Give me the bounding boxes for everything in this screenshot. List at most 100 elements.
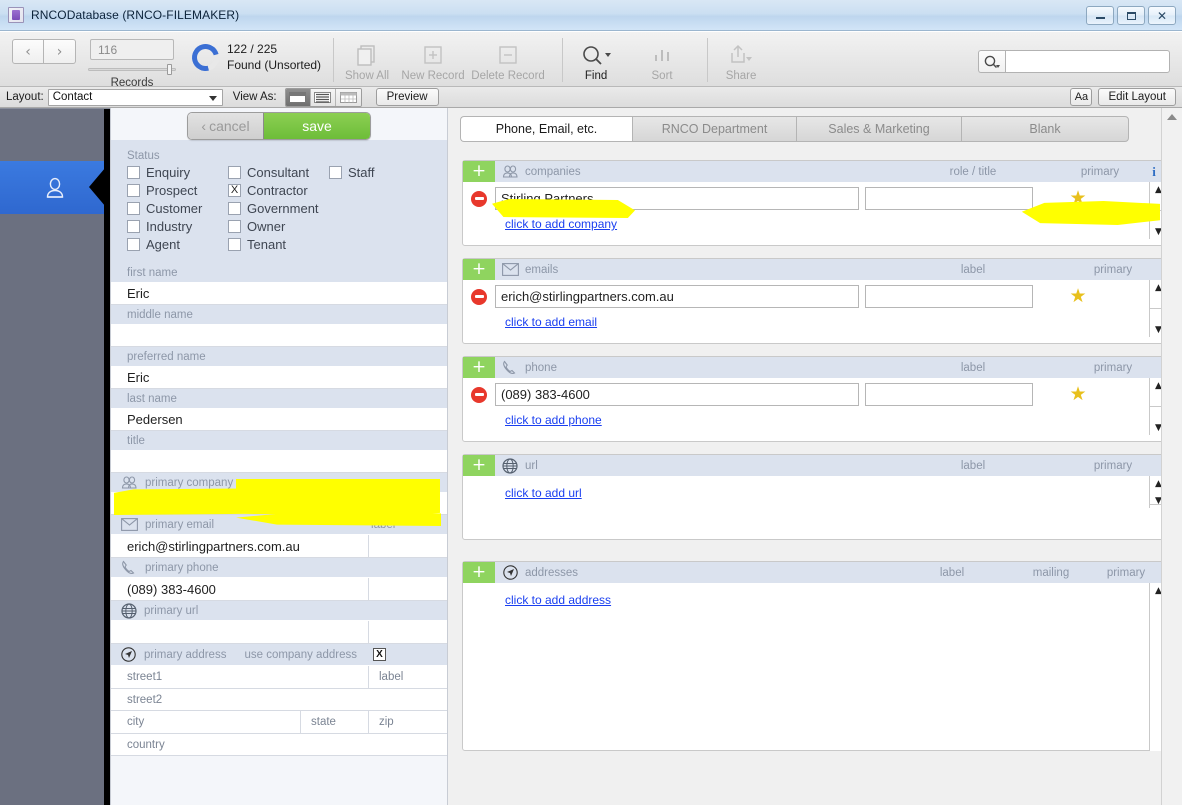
show-all-button[interactable]: Show All: [334, 32, 400, 82]
checkbox-icon: [127, 238, 140, 251]
view-as-table-button[interactable]: [335, 88, 361, 106]
state-input[interactable]: state: [301, 711, 369, 733]
primary-url-row: [111, 621, 447, 644]
compass-icon: [121, 647, 136, 662]
cancel-button[interactable]: ‹ cancel: [188, 113, 264, 139]
country-input[interactable]: country: [111, 734, 447, 756]
tab-blank[interactable]: Blank: [961, 116, 1129, 142]
sort-button[interactable]: Sort: [629, 32, 695, 82]
remove-company-button[interactable]: [463, 190, 495, 207]
primary-star-icon[interactable]: ★: [1069, 287, 1086, 306]
text-format-button[interactable]: Aa: [1070, 88, 1093, 106]
street2-input[interactable]: street2: [111, 689, 447, 711]
status-checkbox-consultant[interactable]: Consultant: [228, 165, 329, 180]
clear-address-button[interactable]: X: [372, 648, 386, 661]
url-panel: + url label primary click to add url ▲ ▼: [462, 454, 1168, 540]
new-record-button[interactable]: New Record: [400, 32, 466, 82]
primary-email-label-input[interactable]: [369, 535, 447, 557]
phone-label-input[interactable]: [865, 383, 1033, 406]
add-email-link[interactable]: click to add email: [463, 308, 1167, 337]
next-record-button[interactable]: ›: [44, 39, 76, 64]
status-checkbox-enquiry[interactable]: Enquiry: [127, 165, 228, 180]
add-phone-link[interactable]: click to add phone: [463, 406, 1167, 435]
status-checkbox-owner[interactable]: Owner: [228, 219, 329, 234]
add-address-button[interactable]: +: [463, 562, 495, 583]
primary-email-input[interactable]: erich@stirlingpartners.com.au: [111, 535, 369, 557]
layout-select[interactable]: Contact: [47, 88, 223, 106]
remove-phone-button[interactable]: [463, 386, 495, 403]
show-all-icon: [354, 41, 380, 69]
title-label: title: [111, 431, 447, 451]
close-button[interactable]: ✕: [1148, 6, 1176, 25]
preferred-name-input[interactable]: Eric: [111, 367, 447, 389]
record-slider-thumb[interactable]: [167, 64, 172, 75]
add-company-link[interactable]: click to add company: [463, 210, 1167, 239]
primary-phone-label-input[interactable]: [369, 578, 447, 600]
sidebar-item-contact[interactable]: [0, 161, 111, 214]
city-input[interactable]: city: [111, 711, 301, 733]
company-name-input[interactable]: Stirling Partners: [495, 187, 859, 210]
layout-bar-right: Aa Edit Layout: [1070, 88, 1176, 106]
edit-layout-button[interactable]: Edit Layout: [1098, 88, 1176, 106]
primary-star-icon[interactable]: ★: [1069, 189, 1086, 208]
email-label-input[interactable]: [865, 285, 1033, 308]
view-as-list-button[interactable]: [310, 88, 336, 106]
minimize-button[interactable]: [1086, 6, 1114, 25]
status-checkbox-staff[interactable]: Staff: [329, 165, 430, 180]
delete-record-button[interactable]: Delete Record: [466, 32, 550, 82]
status-checkbox-industry[interactable]: Industry: [127, 219, 228, 234]
status-checkbox-tenant[interactable]: Tenant: [228, 237, 329, 252]
primary-star-icon[interactable]: ★: [1069, 385, 1086, 404]
middle-name-input[interactable]: [111, 325, 447, 347]
checkbox-icon: [228, 202, 241, 215]
search-icon-button[interactable]: [978, 50, 1005, 73]
last-name-input[interactable]: Pedersen: [111, 409, 447, 431]
remove-email-button[interactable]: [463, 288, 495, 305]
table-row: Stirling Partners ★: [463, 182, 1167, 210]
delete-record-icon: [496, 41, 520, 69]
add-url-button[interactable]: +: [463, 455, 495, 476]
preview-button[interactable]: Preview: [375, 88, 439, 106]
add-email-button[interactable]: +: [463, 259, 495, 280]
add-address-link[interactable]: click to add address: [463, 583, 1167, 615]
record-number-input[interactable]: 116: [90, 39, 174, 60]
add-phone-button[interactable]: +: [463, 357, 495, 378]
maximize-button[interactable]: [1117, 6, 1145, 25]
use-company-address-link[interactable]: use company address: [244, 649, 357, 661]
phone-value-input[interactable]: (089) 383-4600: [495, 383, 859, 406]
record-slider[interactable]: [88, 63, 176, 75]
status-checkbox-customer[interactable]: Customer: [127, 201, 228, 216]
primary-url-label-row: primary url: [111, 601, 447, 621]
primary-company-input[interactable]: [111, 493, 447, 515]
search-input[interactable]: [1005, 50, 1170, 73]
main-scrollbar[interactable]: [1161, 108, 1182, 805]
street1-input[interactable]: street1: [111, 666, 369, 688]
scroll-up-button[interactable]: [1162, 108, 1182, 125]
primary-url-label-input[interactable]: [369, 621, 447, 643]
company-role-input[interactable]: [865, 187, 1033, 210]
save-button[interactable]: save: [264, 113, 370, 139]
status-checkbox-prospect[interactable]: Prospect: [127, 183, 228, 198]
status-checkbox-agent[interactable]: Agent: [127, 237, 228, 252]
primary-url-input[interactable]: [111, 621, 369, 643]
email-value-input[interactable]: erich@stirlingpartners.com.au: [495, 285, 859, 308]
status-checkbox-contractor[interactable]: X Contractor: [228, 183, 329, 198]
share-button[interactable]: Share: [708, 32, 774, 82]
title-input[interactable]: [111, 451, 447, 473]
zip-input[interactable]: zip: [369, 711, 447, 733]
tab-phone-email[interactable]: Phone, Email, etc.: [460, 116, 632, 142]
primary-phone-input[interactable]: (089) 383-4600: [111, 578, 369, 600]
first-name-input[interactable]: Eric: [111, 283, 447, 305]
street1-label-input[interactable]: label: [369, 666, 447, 688]
add-url-link[interactable]: click to add url: [463, 476, 1167, 508]
add-company-button[interactable]: +: [463, 161, 495, 182]
tab-rnco-department[interactable]: RNCO Department: [632, 116, 796, 142]
emails-title: emails: [525, 263, 559, 276]
view-as-form-button[interactable]: [285, 88, 311, 106]
previous-record-button[interactable]: ‹: [12, 39, 44, 64]
emails-panel: + emails label primary erich@stirlingpar…: [462, 258, 1168, 344]
status-checkbox-government[interactable]: Government: [228, 201, 329, 216]
main-toolbar: ‹ › 116 Records 122 / 225 Found (Unsorte…: [0, 31, 1182, 89]
find-button[interactable]: Find: [563, 32, 629, 82]
tab-sales-marketing[interactable]: Sales & Marketing: [796, 116, 961, 142]
